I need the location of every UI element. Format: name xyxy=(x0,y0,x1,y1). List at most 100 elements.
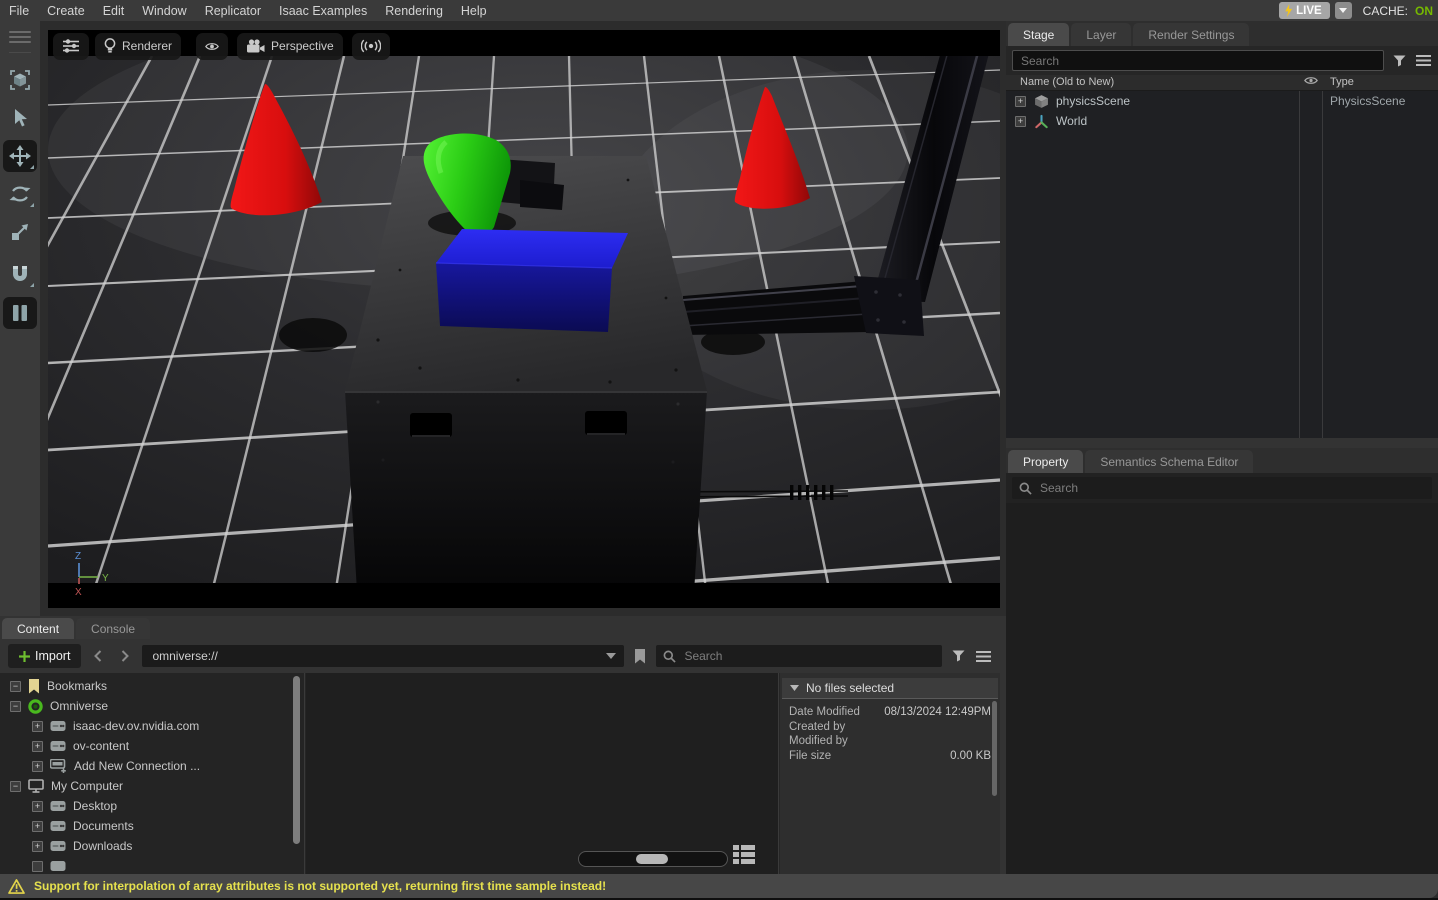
menu-isaac-examples[interactable]: Isaac Examples xyxy=(270,4,376,18)
lightning-bolt-icon xyxy=(1284,4,1293,17)
import-label: Import xyxy=(35,649,70,663)
menu-edit[interactable]: Edit xyxy=(94,4,134,18)
scrollbar-thumb[interactable] xyxy=(293,676,300,844)
menu-file[interactable]: File xyxy=(0,4,38,18)
dropdown-arrow-icon[interactable] xyxy=(606,653,616,659)
tree-item-ov-content[interactable]: + ov-content xyxy=(0,736,304,756)
menu-help[interactable]: Help xyxy=(452,4,496,18)
menu-replicator[interactable]: Replicator xyxy=(196,4,270,18)
stage-row-world[interactable]: + World xyxy=(1006,111,1438,131)
drive-icon xyxy=(50,840,66,852)
menu-window[interactable]: Window xyxy=(133,4,195,18)
collapse-toggle[interactable]: − xyxy=(10,681,21,692)
cache-label: CACHE: xyxy=(1363,4,1408,18)
tab-layer[interactable]: Layer xyxy=(1071,23,1131,46)
magnet-icon xyxy=(9,263,31,285)
lightbulb-icon xyxy=(104,38,116,54)
vertical-splitter[interactable] xyxy=(1000,616,1006,874)
content-options-button[interactable] xyxy=(974,647,992,665)
menu-rendering[interactable]: Rendering xyxy=(376,4,452,18)
tab-property[interactable]: Property xyxy=(1008,450,1083,473)
viewport-canvas[interactable]: Z Y X R xyxy=(48,30,1000,608)
expand-toggle[interactable]: + xyxy=(32,721,43,732)
server-add-icon xyxy=(50,759,67,773)
expand-toggle[interactable]: + xyxy=(32,821,43,832)
snap-tool-button[interactable] xyxy=(3,258,37,290)
live-button[interactable]: LIVE xyxy=(1279,2,1330,19)
detail-header[interactable]: No files selected xyxy=(782,678,998,699)
icon-size-slider[interactable] xyxy=(578,851,728,867)
scale-tool-button[interactable] xyxy=(3,216,37,248)
broadcast-button[interactable] xyxy=(352,33,390,60)
collapse-toggle[interactable]: − xyxy=(10,781,21,792)
tab-content[interactable]: Content xyxy=(2,618,74,639)
forward-button[interactable] xyxy=(115,646,135,666)
expand-toggle[interactable]: + xyxy=(1015,116,1026,127)
expand-toggle[interactable]: + xyxy=(32,841,43,852)
tree-item-partial[interactable] xyxy=(0,856,304,874)
pause-button[interactable] xyxy=(3,297,37,329)
view-mode-button[interactable] xyxy=(733,845,755,869)
viewport-settings-button[interactable] xyxy=(53,33,89,60)
import-button[interactable]: Import xyxy=(8,644,81,668)
content-search-input[interactable] xyxy=(682,648,935,664)
scrollbar-thumb[interactable] xyxy=(992,701,997,796)
bookmark-path-button[interactable] xyxy=(631,647,649,665)
left-toolbar xyxy=(0,21,40,616)
column-type[interactable]: Type xyxy=(1330,76,1354,88)
expand-toggle[interactable]: + xyxy=(32,801,43,812)
stage-row-physics-scene[interactable]: + physicsScene PhysicsScene xyxy=(1006,91,1438,111)
detail-field-file-size: File size 0.00 KB xyxy=(780,749,1000,764)
tree-item-omniverse[interactable]: − Omniverse xyxy=(0,696,304,716)
rotate-tool-button[interactable] xyxy=(3,178,37,210)
column-name[interactable]: Name (Old to New) xyxy=(1020,76,1114,88)
tree-item-documents[interactable]: + Documents xyxy=(0,816,304,836)
rotate-icon xyxy=(9,183,31,205)
stage-search-input[interactable] xyxy=(1012,50,1384,71)
tree-item-add-new-connection[interactable]: + Add New Connection ... xyxy=(0,756,304,776)
expand-toggle[interactable]: + xyxy=(32,761,43,772)
stage-filter-button[interactable] xyxy=(1390,52,1408,70)
panel-divider[interactable] xyxy=(1006,438,1438,448)
menu-create[interactable]: Create xyxy=(38,4,94,18)
hamburger-icon xyxy=(1416,55,1431,66)
path-input[interactable] xyxy=(150,648,606,664)
detail-field-created-by: Created by xyxy=(780,720,1000,735)
expand-toggle[interactable]: + xyxy=(32,741,43,752)
computer-icon xyxy=(28,779,44,793)
slider-handle[interactable] xyxy=(636,854,668,864)
detail-field-modified-by: Modified by xyxy=(780,734,1000,749)
visibility-button[interactable] xyxy=(196,33,228,60)
select-tool-button[interactable] xyxy=(3,102,37,134)
tab-stage[interactable]: Stage xyxy=(1008,23,1069,46)
move-tool-button[interactable] xyxy=(3,140,37,172)
content-browser-panel: Content Console Import xyxy=(0,616,1000,874)
stage-options-button[interactable] xyxy=(1414,52,1432,70)
tab-console[interactable]: Console xyxy=(76,618,150,639)
tab-semantics-schema-editor[interactable]: Semantics Schema Editor xyxy=(1085,450,1253,473)
back-button[interactable] xyxy=(88,646,108,666)
expand-toggle[interactable]: + xyxy=(1015,96,1026,107)
tree-item-bookmarks[interactable]: − Bookmarks xyxy=(0,676,304,696)
viewport-toolbar: Renderer Perspective xyxy=(53,32,390,60)
live-label: LIVE xyxy=(1296,5,1322,17)
content-filter-button[interactable] xyxy=(949,647,967,665)
file-grid-area[interactable] xyxy=(306,673,779,874)
renderer-button[interactable]: Renderer xyxy=(95,33,181,60)
camera-button[interactable]: Perspective xyxy=(237,33,343,60)
toolbar-drag-handle[interactable] xyxy=(9,21,31,53)
property-search-input[interactable] xyxy=(1038,480,1425,496)
tree-item-desktop[interactable]: + Desktop xyxy=(0,796,304,816)
live-dropdown-button[interactable] xyxy=(1335,2,1352,19)
select-mode-button[interactable] xyxy=(3,64,37,96)
tree-item-isaac-dev[interactable]: + isaac-dev.ov.nvidia.com xyxy=(0,716,304,736)
path-field[interactable] xyxy=(142,645,624,667)
tree-item-my-computer[interactable]: − My Computer xyxy=(0,776,304,796)
tree-item-downloads[interactable]: + Downloads xyxy=(0,836,304,856)
expand-toggle[interactable] xyxy=(32,861,43,872)
collapse-toggle[interactable]: − xyxy=(10,701,21,712)
filter-icon xyxy=(952,650,965,662)
viewport-panel: Z Y X R xyxy=(40,21,1006,616)
omniverse-icon xyxy=(28,699,43,714)
tab-render-settings[interactable]: Render Settings xyxy=(1133,23,1249,46)
